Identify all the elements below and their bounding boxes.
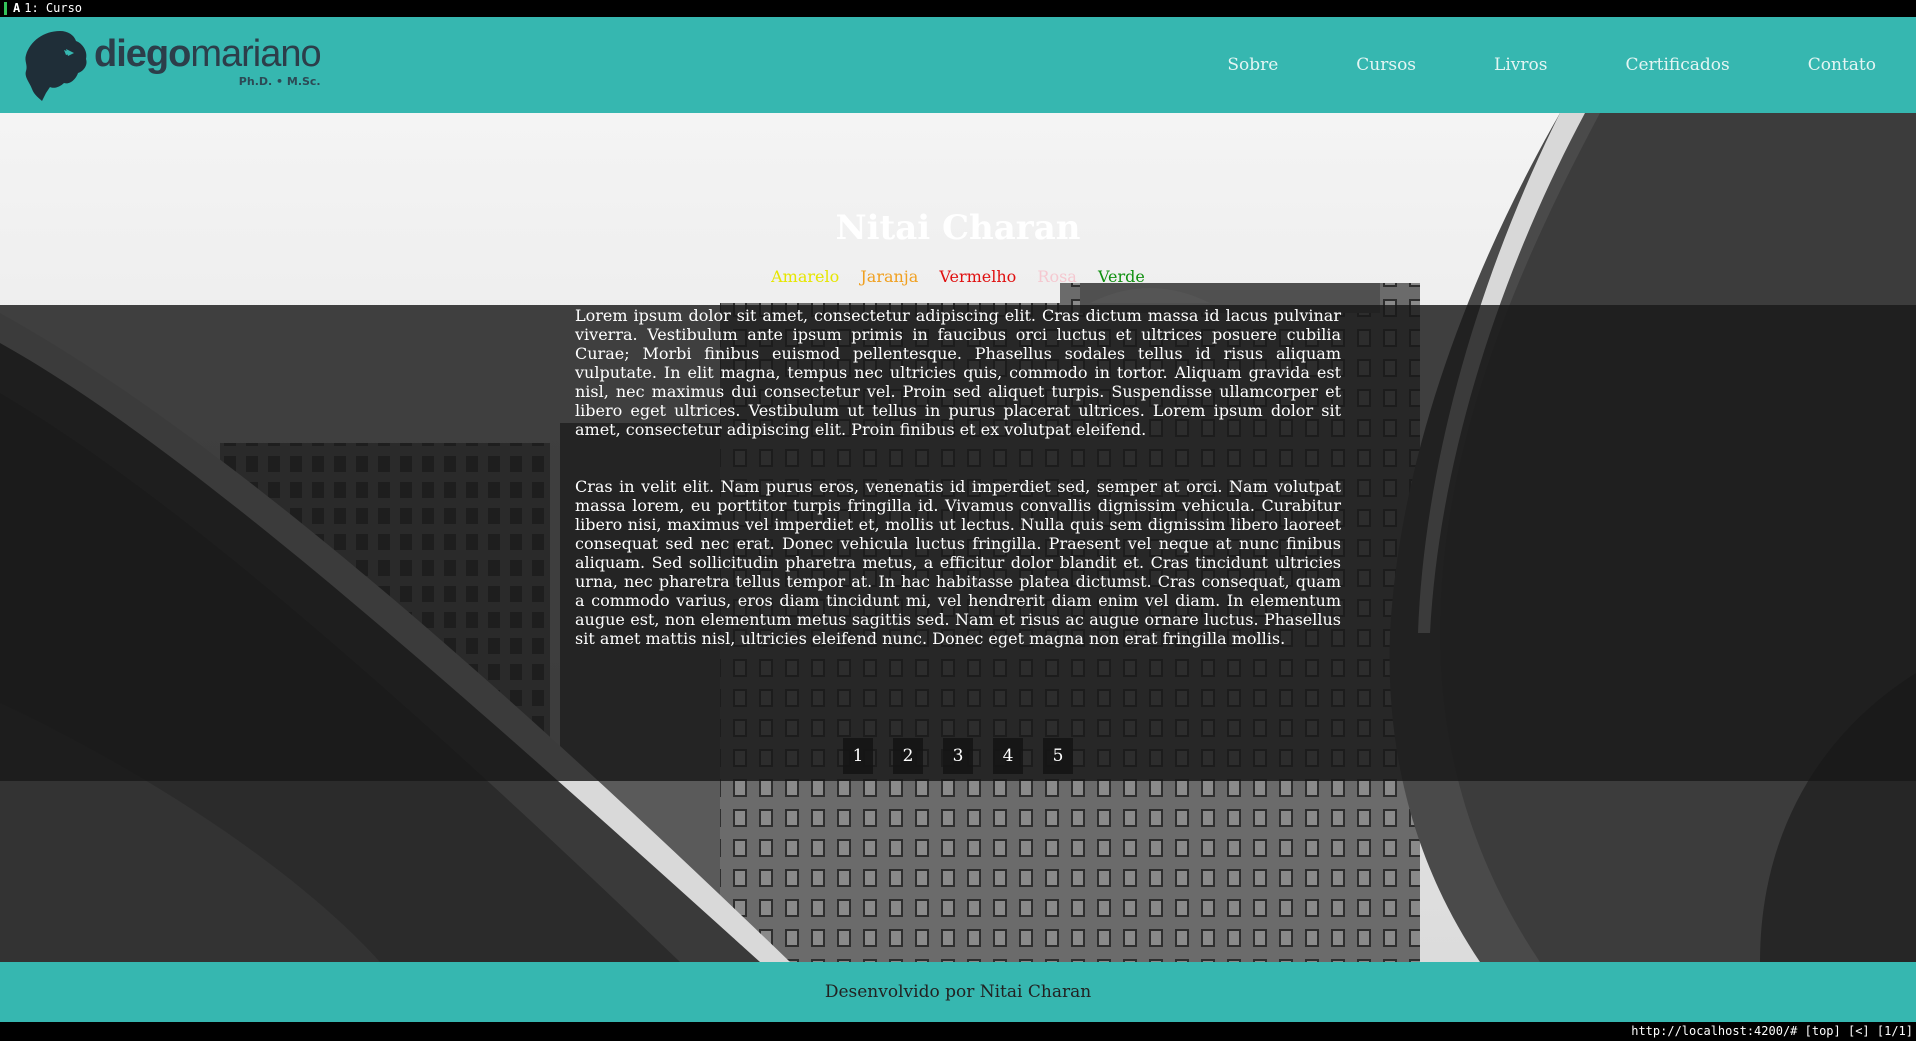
page-button-4[interactable]: 4 xyxy=(993,738,1023,774)
page-button-1[interactable]: 1 xyxy=(843,738,873,774)
page-button-3[interactable]: 3 xyxy=(943,738,973,774)
nav-link-certificados[interactable]: Certificados xyxy=(1625,55,1729,75)
active-tab-marker xyxy=(4,2,7,15)
color-link-verde[interactable]: Verde xyxy=(1098,267,1145,286)
paragraph-1: Lorem ipsum dolor sit amet, consectetur … xyxy=(575,306,1341,439)
nav-link-livros[interactable]: Livros xyxy=(1494,55,1547,75)
color-link-rosa[interactable]: Rosa xyxy=(1037,267,1076,286)
site-header: diegomariano Ph.D. • M.Sc. Sobre Cursos … xyxy=(0,17,1916,113)
pagination: 1 2 3 4 5 xyxy=(843,738,1093,774)
color-link-vermelho[interactable]: Vermelho xyxy=(939,267,1016,286)
color-link-amarelo[interactable]: Amarelo xyxy=(771,267,839,286)
site-logo[interactable]: diegomariano Ph.D. • M.Sc. xyxy=(20,27,322,103)
page-button-2[interactable]: 2 xyxy=(893,738,923,774)
lion-head-icon xyxy=(25,31,87,101)
page-button-5[interactable]: 5 xyxy=(1043,738,1073,774)
browser-icon: A xyxy=(13,1,21,15)
logo-subtitle: Ph.D. • M.Sc. xyxy=(238,75,321,88)
paragraph-2: Cras in velit elit. Nam purus eros, vene… xyxy=(575,477,1341,648)
browser-status-bar: http://localhost:4200/# [top] [<] [1/1] xyxy=(0,1022,1916,1041)
footer-credit: Desenvolvido por Nitai Charan xyxy=(824,982,1092,1002)
status-url: http://localhost:4200/# [top] [<] [1/1] xyxy=(1631,1024,1913,1038)
site-footer: Desenvolvido por Nitai Charan xyxy=(0,962,1916,1022)
color-link-list: Amarelo Jaranja Vermelho Rosa Verde xyxy=(0,267,1916,286)
nav-link-cursos[interactable]: Cursos xyxy=(1356,55,1416,75)
page-title: Nitai Charan xyxy=(835,208,1081,248)
nav-link-contato[interactable]: Contato xyxy=(1808,55,1876,75)
logo-wordmark: diegomariano xyxy=(94,33,322,75)
nav-link-sobre[interactable]: Sobre xyxy=(1227,55,1278,75)
browser-tab-bar: A 1: Curso xyxy=(0,0,1916,17)
color-link-jaranja[interactable]: Jaranja xyxy=(860,267,918,286)
main-nav: Sobre Cursos Livros Certificados Contato xyxy=(1188,17,1916,113)
browser-tab-label[interactable]: 1: Curso xyxy=(24,0,82,17)
